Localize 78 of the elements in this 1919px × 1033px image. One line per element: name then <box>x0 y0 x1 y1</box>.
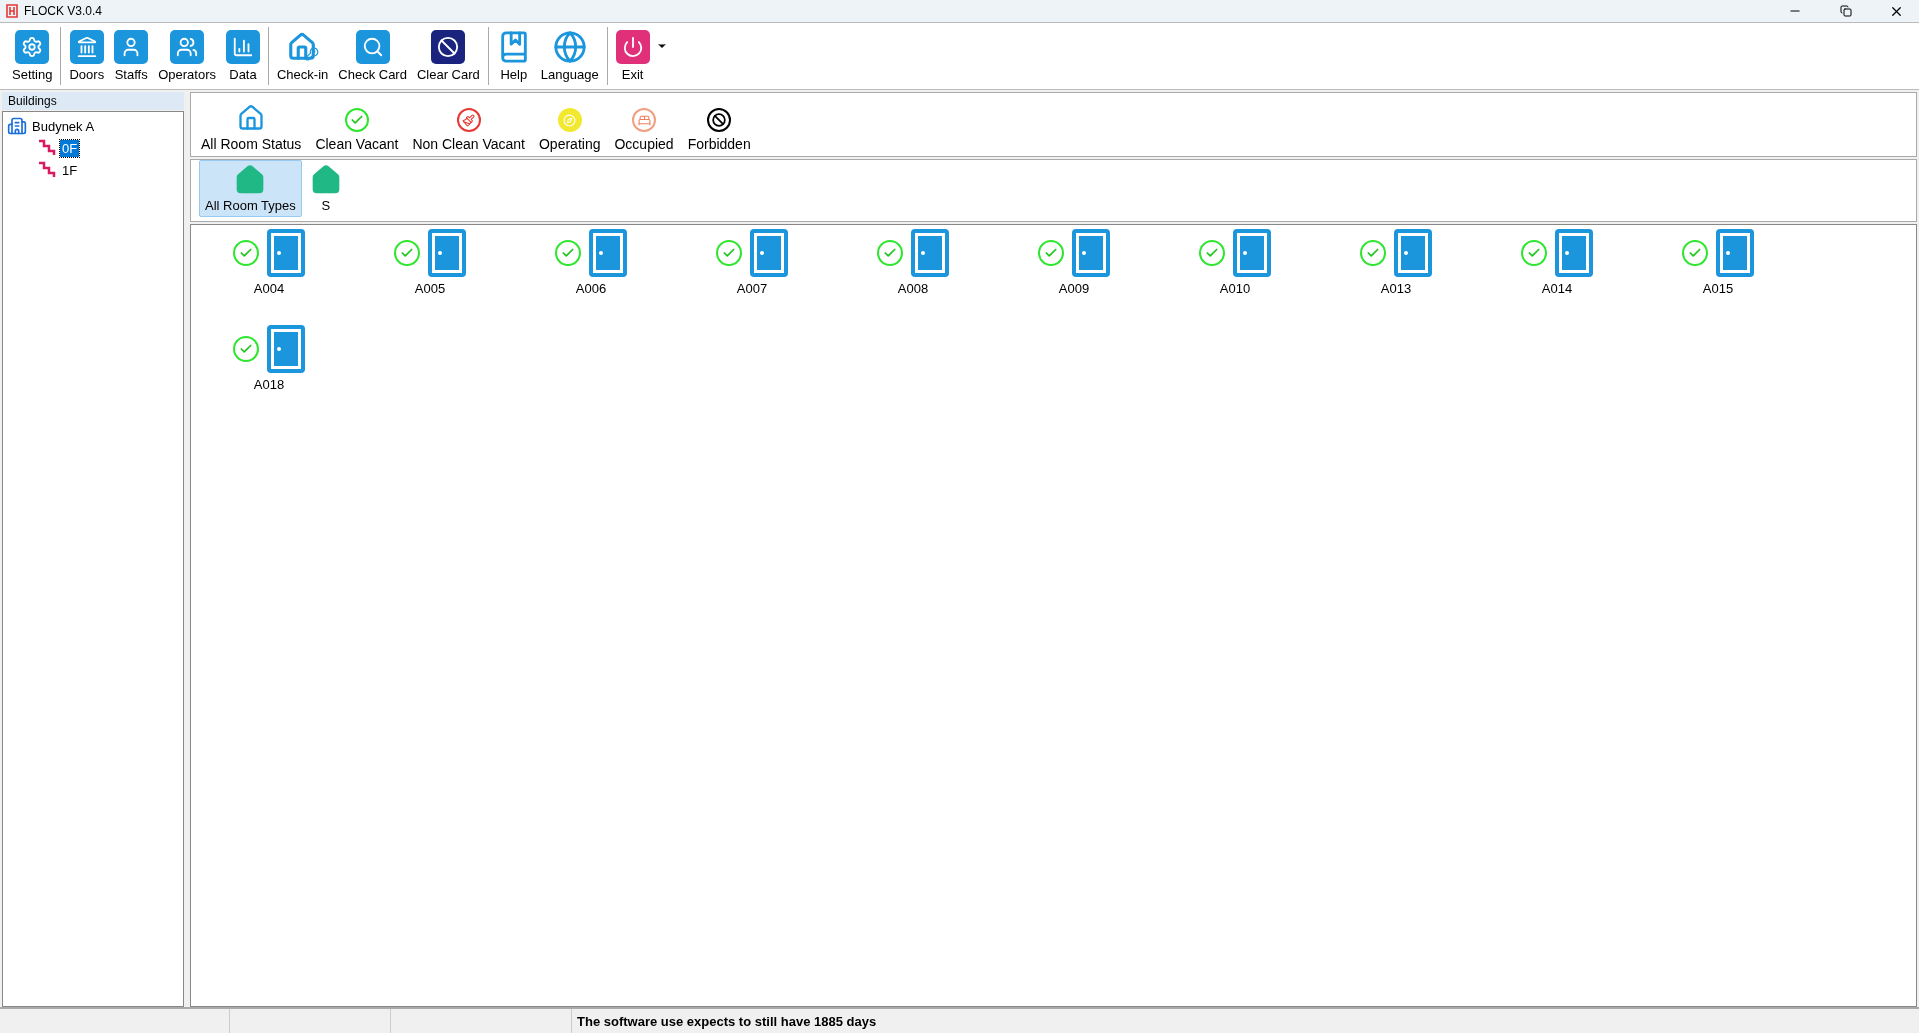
status-filter[interactable]: All Room Status <box>199 104 304 152</box>
room-name: A007 <box>736 281 768 296</box>
status-icon <box>716 240 742 266</box>
status-icon <box>233 336 259 362</box>
bed-icon <box>632 108 657 132</box>
room-type-button[interactable]: All Room Types <box>199 160 302 217</box>
room-name: A013 <box>1380 281 1412 296</box>
toolbar-button[interactable]: Setting <box>8 28 57 84</box>
globe-icon <box>552 30 587 64</box>
room-name: A010 <box>1219 281 1251 296</box>
prohibited-icon <box>431 30 466 64</box>
status-icon <box>233 240 259 266</box>
status-icon <box>1199 240 1225 266</box>
person-icon <box>114 30 149 64</box>
status-filter[interactable]: Occupied <box>612 108 676 152</box>
toolbar-button[interactable]: Doors <box>65 28 109 84</box>
power-icon <box>615 30 650 64</box>
room-name: A018 <box>253 377 285 392</box>
status-icon <box>877 240 903 266</box>
stairs-icon <box>37 139 57 157</box>
door-icon[interactable] <box>750 229 788 277</box>
status-icon <box>1360 240 1386 266</box>
house-key-icon <box>237 104 266 132</box>
status-icon <box>1521 240 1547 266</box>
door-icon[interactable] <box>589 229 627 277</box>
tree-item[interactable]: Budynek A <box>30 117 97 135</box>
toolbar-button[interactable]: Exit <box>611 28 654 84</box>
status-filter[interactable]: Forbidden <box>685 108 753 152</box>
tree-item[interactable]: 1F <box>60 161 80 179</box>
door-icon[interactable] <box>267 325 305 373</box>
room-type-button[interactable]: S <box>303 160 348 217</box>
status-icon <box>1038 240 1064 266</box>
door-icon[interactable] <box>1394 229 1432 277</box>
people-icon <box>170 30 205 64</box>
search-icon <box>355 30 390 64</box>
panel-title: Buildings <box>2 92 184 110</box>
building-icon <box>7 116 27 136</box>
broom-icon <box>456 108 481 132</box>
room-name: A009 <box>1058 281 1090 296</box>
toolbar-button[interactable]: Help <box>492 28 535 84</box>
restore-icon[interactable] <box>1839 5 1852 17</box>
stairs-icon <box>37 161 57 179</box>
tree-item[interactable]: 0F <box>60 139 80 157</box>
door-icon[interactable] <box>1233 229 1271 277</box>
room-name: A014 <box>1541 281 1573 296</box>
status-filter[interactable]: Operating <box>537 108 603 152</box>
door-icon[interactable] <box>428 229 466 277</box>
status-filter[interactable]: Non Clean Vacant <box>410 108 527 152</box>
room-name: A006 <box>575 281 607 296</box>
room-name: A004 <box>253 281 285 296</box>
status-icon <box>394 240 420 266</box>
status-icon <box>1682 240 1708 266</box>
status-icon <box>555 240 581 266</box>
door-icon[interactable] <box>1716 229 1754 277</box>
app-logo-icon <box>6 4 18 18</box>
toolbar-button[interactable]: Data <box>222 28 264 84</box>
compass-icon <box>557 108 582 132</box>
check-icon <box>344 108 369 132</box>
door-icon[interactable] <box>911 229 949 277</box>
settings-icon <box>15 30 50 64</box>
door-icon[interactable] <box>267 229 305 277</box>
prohibited-icon <box>707 108 732 132</box>
window-title: FLOCK V3.0.4 <box>24 4 104 18</box>
door-icon[interactable] <box>1072 229 1110 277</box>
room-name: A015 <box>1702 281 1734 296</box>
bar-chart-icon <box>226 30 260 64</box>
room-name: A005 <box>414 281 446 296</box>
toolbar-button[interactable]: Staffs <box>110 28 153 84</box>
toolbar-button[interactable]: Operators <box>154 28 220 84</box>
toolbar-button[interactable]: Check Card <box>334 28 411 84</box>
toolbar-button[interactable]: Clear Card <box>412 28 484 84</box>
status-filter[interactable]: Clean Vacant <box>313 108 401 152</box>
room-name: A008 <box>897 281 929 296</box>
door-icon[interactable] <box>1555 229 1593 277</box>
building-icon <box>69 30 104 64</box>
status-message: The software use expects to still have 1885 days <box>577 1013 877 1029</box>
toolbar-button[interactable]: Check-in <box>273 28 333 84</box>
toolbar-button[interactable]: Language <box>536 28 603 84</box>
